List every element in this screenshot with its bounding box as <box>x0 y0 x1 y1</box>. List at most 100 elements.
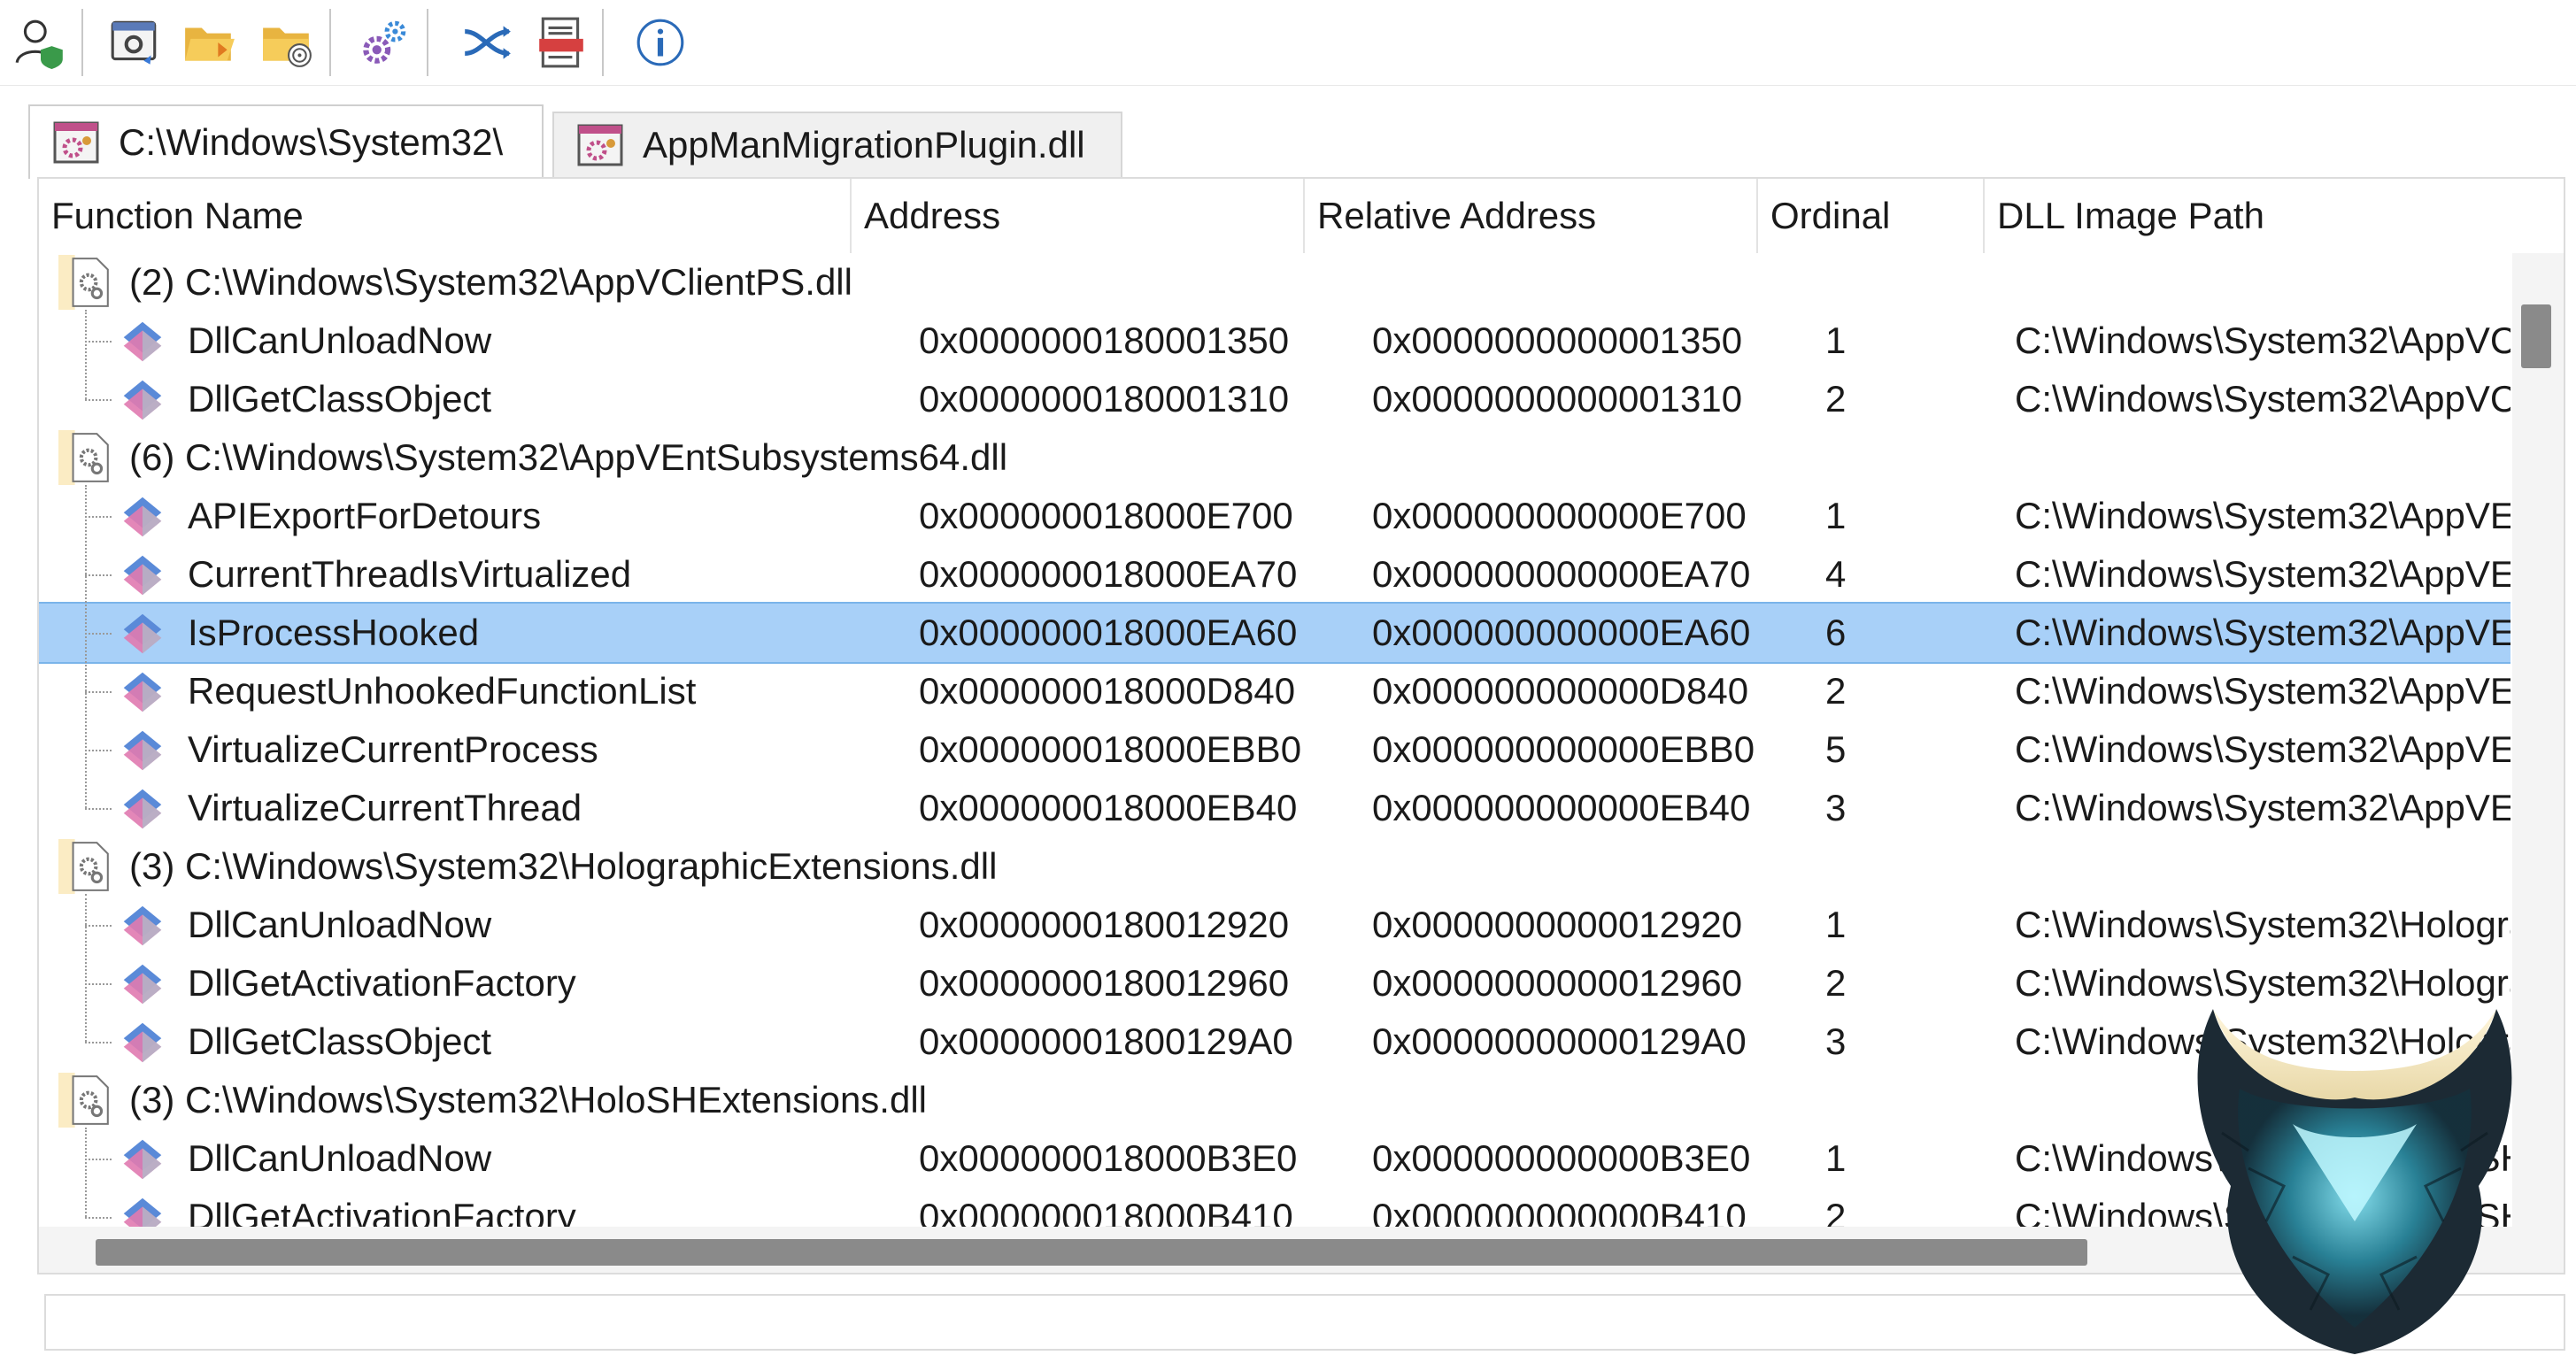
function-address: 0x000000018000B410 <box>919 1196 1293 1227</box>
function-address: 0x000000018000EA70 <box>919 553 1298 595</box>
tree-connector <box>85 750 112 751</box>
tab-appmanmigrationplugin[interactable]: AppManMigrationPlugin.dll <box>552 112 1122 177</box>
tree-branch-line <box>85 894 87 1042</box>
export-function-icon <box>123 1197 162 1227</box>
function-relative-address: 0x000000000000EBB0 <box>1372 728 1755 770</box>
dragon-mascot-icon <box>2197 1009 2512 1354</box>
tree-connector <box>85 691 112 693</box>
list-rows: (2) C:\Windows\System32\AppVClientPS.dll… <box>39 253 2510 1227</box>
function-row[interactable]: VirtualizeCurrentProcess 0x000000018000EB… <box>39 720 2510 779</box>
function-row[interactable]: CurrentThreadIsVirtualized 0x000000018000… <box>39 545 2510 604</box>
function-dll-path: C:\Windows\System32\AppVEntSubsystems64.… <box>2015 553 2510 595</box>
tree-connector <box>85 1217 112 1219</box>
function-address: 0x000000018000EBB0 <box>919 728 1302 770</box>
function-address: 0x0000000180001310 <box>919 378 1290 420</box>
function-relative-address: 0x0000000000012920 <box>1372 904 1743 945</box>
tab-label: AppManMigrationPlugin.dll <box>643 124 1085 166</box>
gears-icon[interactable] <box>352 11 416 74</box>
folder-open-icon[interactable] <box>177 11 241 74</box>
user-shield-icon[interactable] <box>9 11 73 74</box>
function-name: IsProcessHooked <box>188 612 480 653</box>
function-relative-address: 0x000000000000B3E0 <box>1372 1137 1751 1179</box>
function-ordinal: 1 <box>1825 320 1847 361</box>
function-address: 0x0000000180012960 <box>919 962 1290 1004</box>
function-row[interactable]: DllCanUnloadNow 0x000000018000B3E0 0x00000… <box>39 1129 2510 1188</box>
function-dll-path: C:\Windows\System32\AppVEntSubsystems64.… <box>2015 495 2510 536</box>
tree-connector <box>85 341 112 343</box>
function-address: 0x000000018000EA60 <box>919 612 1298 653</box>
function-address: 0x000000018000B3E0 <box>919 1137 1298 1179</box>
module-group-row[interactable]: (2) C:\Windows\System32\AppVClientPS.dll <box>39 253 2510 312</box>
horizontal-scroll-thumb[interactable] <box>96 1239 2087 1266</box>
column-ordinal[interactable]: Ordinal <box>1758 179 1985 253</box>
function-dll-path: C:\Windows\System32\AppVEntSubsystems64.… <box>2015 728 2510 770</box>
function-dll-path: C:\Windows\System32\AppVEntSubsystems64.… <box>2015 612 2510 653</box>
function-name: DllCanUnloadNow <box>188 320 492 361</box>
vertical-scroll-thumb[interactable] <box>2521 304 2551 368</box>
export-function-icon <box>123 321 162 362</box>
function-address: 0x00000001800129A0 <box>919 1020 1293 1062</box>
tab-system32[interactable]: C:\Windows\System32\ <box>28 104 544 179</box>
function-name: DllGetActivationFactory <box>188 1196 576 1227</box>
function-relative-address: 0x0000000000012960 <box>1372 962 1743 1004</box>
function-ordinal: 1 <box>1825 1137 1847 1179</box>
dll-file-icon <box>58 839 109 894</box>
function-dll-path: C:\Windows\System32\AppVEntSubsystems64.… <box>2015 787 2510 828</box>
function-name: DllGetActivationFactory <box>188 962 576 1004</box>
module-group-row[interactable]: (6) C:\Windows\System32\AppVEntSubsystem… <box>39 428 2510 487</box>
function-row[interactable]: DllCanUnloadNow 0x0000000180001350 0x00000… <box>39 312 2510 370</box>
dll-window-icon <box>53 121 99 164</box>
function-name: CurrentThreadIsVirtualized <box>188 553 632 595</box>
folder-fingerprint-icon[interactable] <box>255 11 319 74</box>
function-ordinal: 2 <box>1825 962 1847 1004</box>
info-icon[interactable] <box>629 11 692 74</box>
column-address[interactable]: Address <box>852 179 1305 253</box>
export-function-icon <box>123 1139 162 1180</box>
function-row[interactable]: APIExportForDetours 0x000000018000E700 0x0… <box>39 487 2510 545</box>
function-ordinal: 2 <box>1825 378 1847 420</box>
function-row[interactable]: DllGetClassObject 0x0000000180001310 0x000… <box>39 370 2510 428</box>
function-row[interactable]: DllCanUnloadNow 0x0000000180012920 0x00000… <box>39 896 2510 954</box>
column-function-name[interactable]: Function Name <box>39 179 852 253</box>
dll-file-icon <box>58 430 109 485</box>
module-group-row[interactable]: (3) C:\Windows\System32\HoloSHExtensions… <box>39 1071 2510 1129</box>
dll-file-icon <box>58 255 109 310</box>
tree-connector <box>85 1159 112 1160</box>
function-row[interactable]: RequestUnhookedFunctionList 0x00000001800… <box>39 662 2510 720</box>
crossed-arrows-icon[interactable] <box>455 11 519 74</box>
export-function-icon <box>123 789 162 829</box>
gear-window-icon[interactable] <box>103 11 166 74</box>
toolbar <box>0 0 2576 86</box>
module-group-label: (6) C:\Windows\System32\AppVEntSubsystem… <box>129 436 1008 478</box>
function-ordinal: 3 <box>1825 787 1847 828</box>
function-ordinal: 1 <box>1825 904 1847 945</box>
tree-connector <box>85 808 112 810</box>
function-relative-address: 0x000000000000D840 <box>1372 670 1749 712</box>
export-function-icon <box>123 497 162 537</box>
function-address: 0x000000018000D840 <box>919 670 1296 712</box>
tab-label: C:\Windows\System32\ <box>119 121 504 163</box>
function-ordinal: 6 <box>1825 612 1847 653</box>
tree-branch-line <box>85 1128 87 1217</box>
tree-connector <box>85 633 112 635</box>
document-list-icon[interactable] <box>529 11 593 74</box>
tree-connector <box>85 516 112 518</box>
function-relative-address: 0x0000000000001310 <box>1372 378 1743 420</box>
column-dll-image-path[interactable]: DLL Image Path <box>1985 179 2564 253</box>
tree-connector <box>85 574 112 576</box>
function-row[interactable]: DllGetActivationFactory 0x000000018001296… <box>39 954 2510 1013</box>
function-ordinal: 2 <box>1825 1196 1847 1227</box>
function-relative-address: 0x000000000000B410 <box>1372 1196 1747 1227</box>
module-group-label: (3) C:\Windows\System32\HoloSHExtensions… <box>129 1079 927 1120</box>
function-ordinal: 5 <box>1825 728 1847 770</box>
function-row[interactable]: DllGetActivationFactory 0x000000018000B41… <box>39 1188 2510 1227</box>
function-name: VirtualizeCurrentThread <box>188 787 582 828</box>
dll-file-icon <box>58 1073 109 1128</box>
function-row[interactable]: IsProcessHooked 0x000000018000EA60 0x00000… <box>39 602 2510 664</box>
module-group-row[interactable]: (3) C:\Windows\System32\HolographicExten… <box>39 837 2510 896</box>
function-name: APIExportForDetours <box>188 495 542 536</box>
function-row[interactable]: DllGetClassObject 0x00000001800129A0 0x000… <box>39 1013 2510 1071</box>
column-relative-address[interactable]: Relative Address <box>1305 179 1758 253</box>
function-row[interactable]: VirtualizeCurrentThread 0x000000018000EB4… <box>39 779 2510 837</box>
module-group-label: (3) C:\Windows\System32\HolographicExten… <box>129 845 998 887</box>
